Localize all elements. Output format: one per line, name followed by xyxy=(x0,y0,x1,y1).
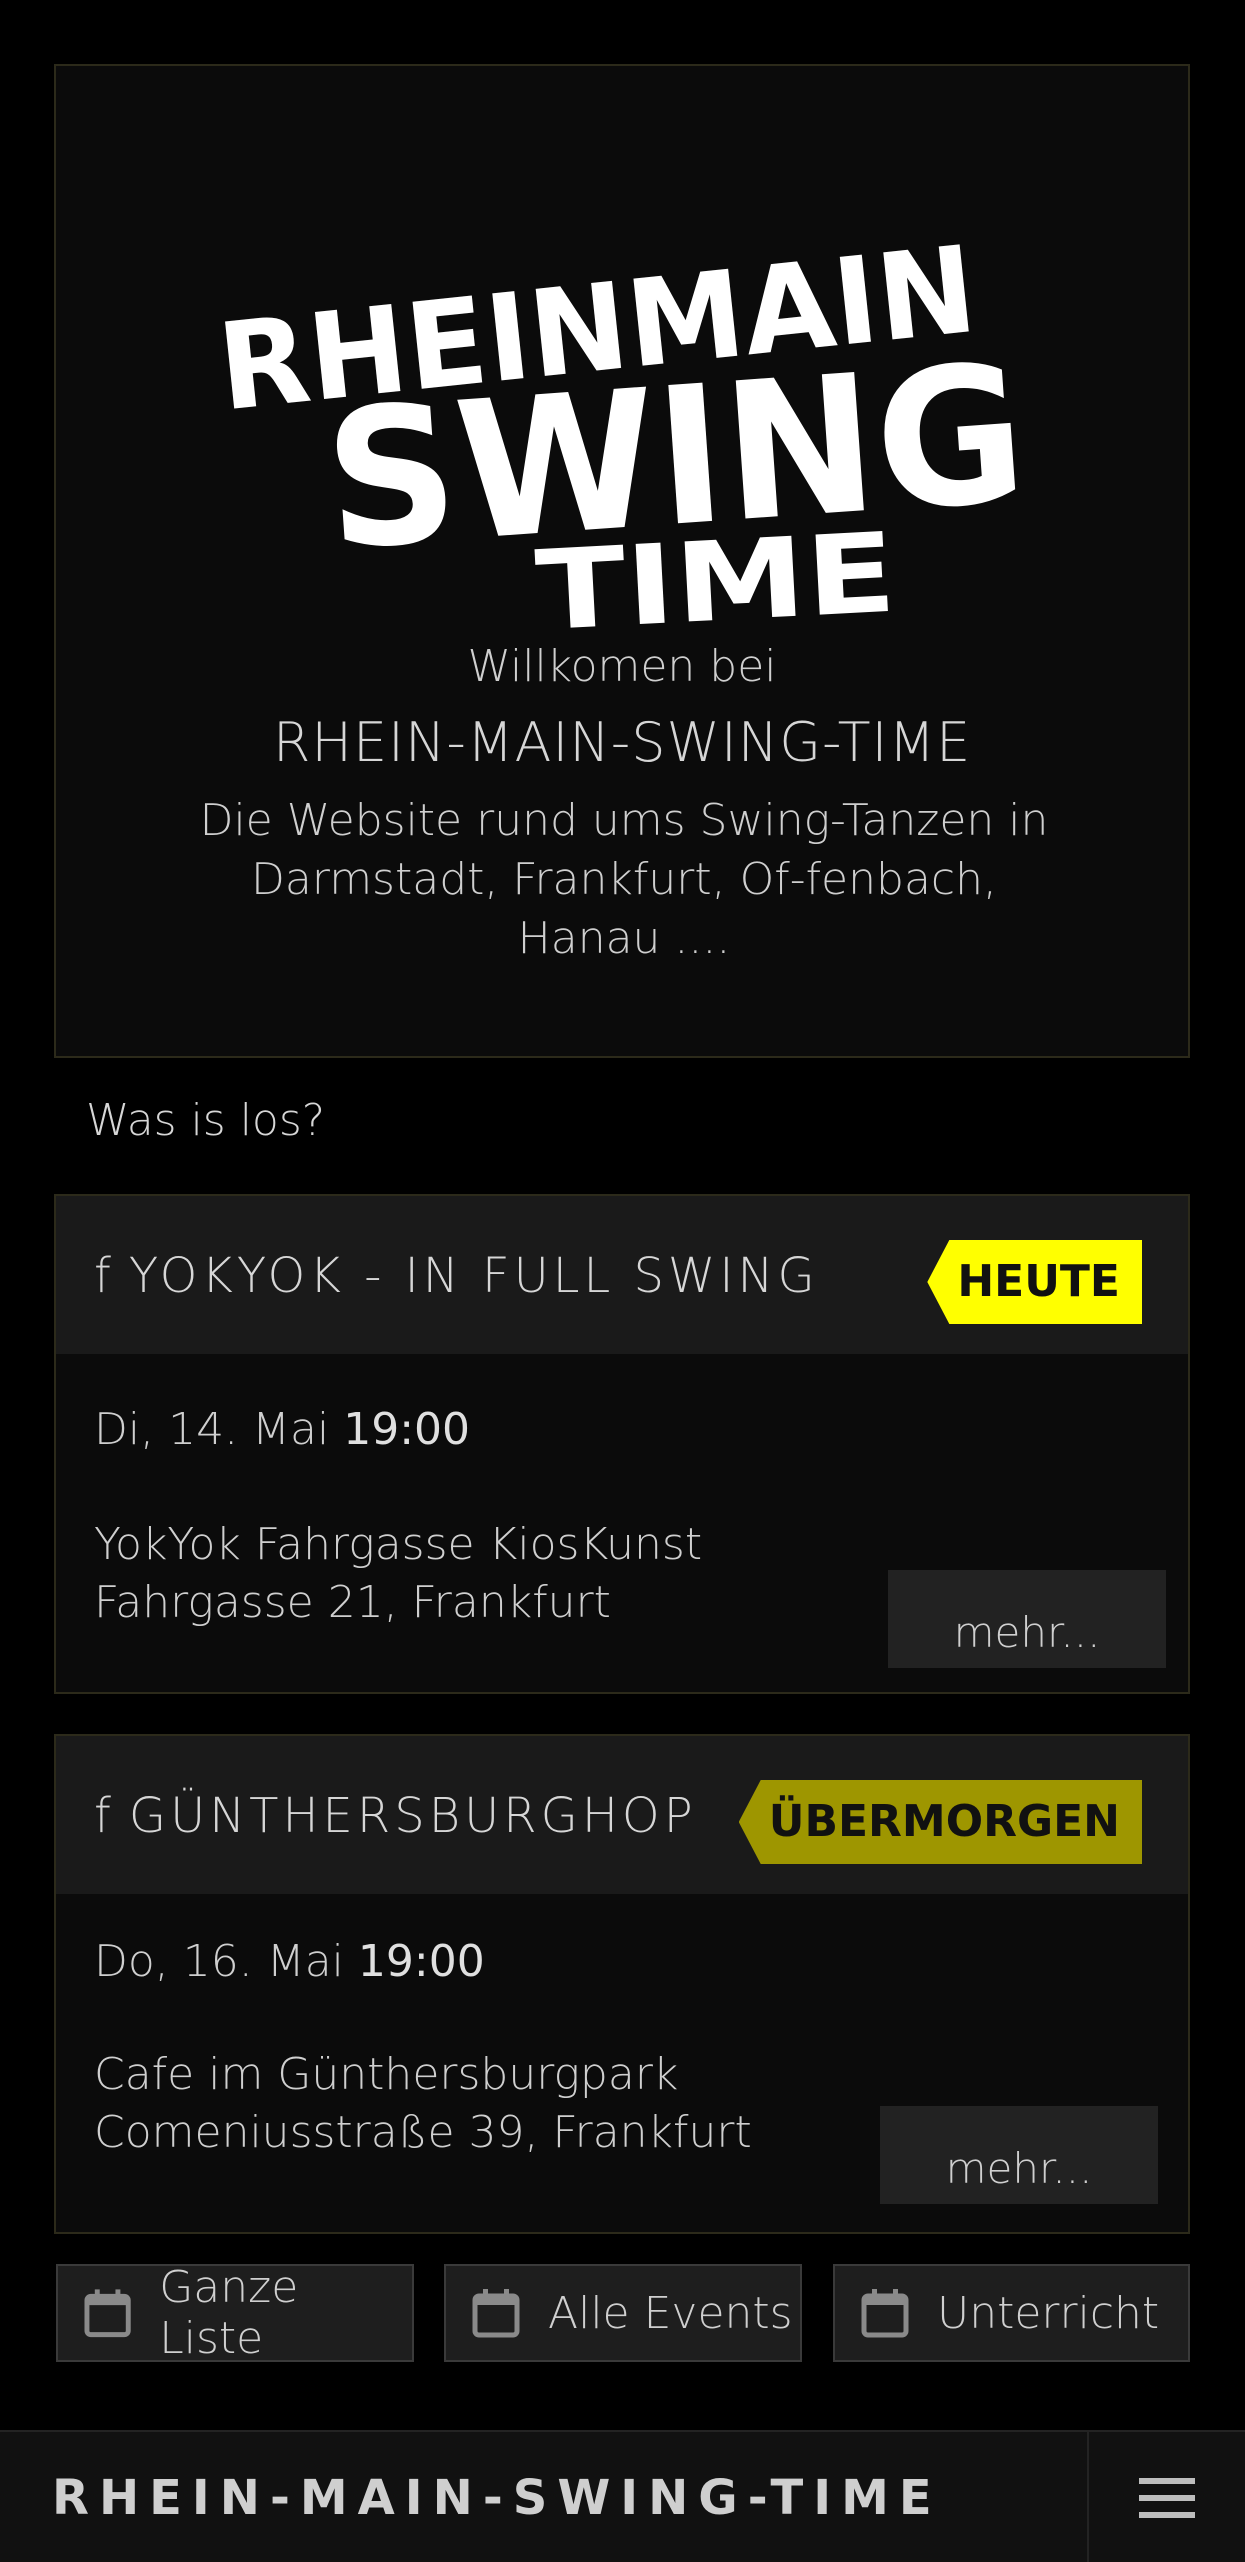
full-list-button[interactable]: Ganze Liste xyxy=(56,2262,414,2364)
calendar-icon xyxy=(861,2289,909,2338)
nav-button-label: Alle Events xyxy=(548,2287,793,2339)
tagline: Die Website rund ums Swing-Tanzen in Dar… xyxy=(199,795,1049,964)
status-badge: ÜBERMORGEN xyxy=(738,1780,1142,1864)
hero-panel: RHEINMAIN SWING TIME Willkomen bei RHEIN… xyxy=(54,64,1190,1058)
event-card: f GÜNTHERSBURGHOP ÜBERMORGEN Do, 16. Mai … xyxy=(54,1734,1190,2234)
event-title[interactable]: f GÜNTHERSBURGHOP xyxy=(94,1788,697,1844)
all-events-button[interactable]: Alle Events xyxy=(444,2264,802,2362)
section-label: Was is los? xyxy=(86,1095,326,1146)
event-card-header: f YOKYOK - IN FULL SWING HEUTE xyxy=(56,1196,1188,1354)
nav-button-label: Unterricht xyxy=(937,2287,1160,2339)
menu-button[interactable] xyxy=(1087,2432,1245,2562)
more-button[interactable]: mehr... xyxy=(888,1570,1166,1668)
calendar-icon xyxy=(472,2289,520,2338)
brand-link[interactable]: RHEIN-MAIN-SWING-TIME xyxy=(52,2470,942,2526)
status-badge: HEUTE xyxy=(927,1240,1142,1324)
event-time: 19:00 xyxy=(357,1936,485,1987)
event-time: 19:00 xyxy=(343,1404,471,1455)
event-date: Di, 14. Mai 19:00 xyxy=(94,1404,471,1455)
classes-button[interactable]: Unterricht xyxy=(833,2264,1190,2362)
rheinmain-swing-time-logo: RHEINMAIN SWING TIME xyxy=(212,221,1032,646)
welcome-text: Willkomen bei xyxy=(467,641,777,692)
event-venue: YokYok Fahrgasse KiosKunst Fahrgasse 21,… xyxy=(94,1516,702,1632)
facebook-icon[interactable]: f xyxy=(94,1788,115,1844)
venue-address: Fahrgasse 21, Frankfurt xyxy=(94,1577,611,1628)
event-title[interactable]: f YOKYOK - IN FULL SWING xyxy=(94,1248,819,1304)
event-venue: Cafe im Günthersburgpark Comeniusstraße … xyxy=(94,2046,752,2162)
facebook-icon[interactable]: f xyxy=(94,1248,115,1304)
more-button[interactable]: mehr... xyxy=(880,2106,1158,2204)
bottom-navbar: RHEIN-MAIN-SWING-TIME xyxy=(0,2430,1245,2562)
nav-button-label: Ganze Liste xyxy=(159,2262,299,2364)
venue-address: Comeniusstraße 39, Frankfurt xyxy=(94,2107,752,2158)
event-date: Do, 16. Mai 19:00 xyxy=(94,1936,485,1987)
venue-name: Cafe im Günthersburgpark xyxy=(94,2049,679,2100)
venue-name: YokYok Fahrgasse KiosKunst xyxy=(94,1519,703,1570)
calendar-icon xyxy=(84,2289,131,2338)
svg-text:TIME: TIME xyxy=(533,509,899,646)
site-title: RHEIN-MAIN-SWING-TIME xyxy=(272,711,972,774)
event-card-header: f GÜNTHERSBURGHOP ÜBERMORGEN xyxy=(56,1736,1188,1894)
hamburger-menu-icon xyxy=(1139,2478,1195,2518)
event-card: f YOKYOK - IN FULL SWING HEUTE Di, 14. Ma… xyxy=(54,1194,1190,1694)
